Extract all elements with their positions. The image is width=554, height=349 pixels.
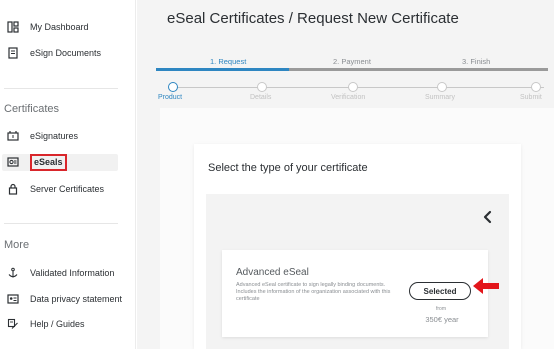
option-price: 350€ year xyxy=(425,315,459,324)
substep-dot-summary xyxy=(437,82,447,92)
sidebar-item-label: My Dashboard xyxy=(30,22,89,32)
sidebar-item-label: Validated Information xyxy=(30,268,115,278)
substep-label-details: Details xyxy=(250,94,272,101)
sidebar-item-eseals[interactable]: eSeals xyxy=(6,153,67,171)
substep-dot-verification xyxy=(348,82,358,92)
progress-bar xyxy=(156,68,548,71)
progress-bar-fill xyxy=(156,68,290,71)
sidebar-item-data-privacy-statement[interactable]: Data privacy statement xyxy=(6,290,122,308)
substep-dot-submit xyxy=(531,82,541,92)
sidebar-item-my-dashboard[interactable]: My Dashboard xyxy=(6,18,89,36)
card-title: Select the type of your certificate xyxy=(208,162,368,174)
divider xyxy=(4,223,118,224)
sidebar-item-esign-documents[interactable]: eSign Documents xyxy=(6,44,101,62)
arrow-left-icon xyxy=(473,278,499,294)
certificate-type-card: Select the type of your certificate Adva… xyxy=(194,144,521,349)
option-title: Advanced eSeal xyxy=(236,267,309,278)
certificate-option-advanced-eseal[interactable]: Advanced eSeal Advanced eSeal certificat… xyxy=(222,250,488,337)
content-panel: Select the type of your certificate Adva… xyxy=(160,108,554,349)
main-content: eSeal Certificates / Request New Certifi… xyxy=(137,0,554,349)
substep-label-verification: Verification xyxy=(331,94,366,101)
substeps-line xyxy=(172,87,544,88)
step-finish: 3. Finish xyxy=(462,57,491,66)
chevron-left-icon[interactable] xyxy=(481,210,495,224)
section-heading-certificates: Certificates xyxy=(4,103,60,115)
substep-dot-details xyxy=(257,82,267,92)
sidebar-item-label: Data privacy statement xyxy=(30,294,123,304)
step-request: 1. Request xyxy=(210,57,247,66)
substep-label-product: Product xyxy=(158,94,183,101)
substep-dot-product xyxy=(168,82,178,92)
dashboard-icon xyxy=(6,20,20,34)
section-heading-more: More xyxy=(4,239,30,251)
privacy-icon xyxy=(6,292,20,306)
sidebar-item-validated-information[interactable]: Validated Information xyxy=(6,264,114,282)
sidebar-item-help-guides[interactable]: Help / Guides xyxy=(6,315,85,333)
selected-button[interactable]: Selected xyxy=(409,282,471,300)
sidebar: My Dashboard eSign Documents Certificate… xyxy=(0,0,136,349)
anchor-icon xyxy=(6,266,20,280)
step-payment: 2. Payment xyxy=(333,57,371,66)
divider xyxy=(4,88,118,89)
substep-label-submit: Submit xyxy=(520,94,542,101)
substep-label-summary: Summary xyxy=(425,94,455,101)
sidebar-item-esignatures[interactable]: eSignatures xyxy=(6,127,78,145)
help-icon xyxy=(6,317,20,331)
sidebar-item-label: eSignatures xyxy=(30,131,79,141)
document-icon xyxy=(6,46,20,60)
sidebar-item-label: eSign Documents xyxy=(30,48,102,58)
page-title: eSeal Certificates / Request New Certifi… xyxy=(167,10,459,27)
option-description: Advanced eSeal certificate to sign legal… xyxy=(236,282,391,302)
certificate-options-area: Advanced eSeal Advanced eSeal certificat… xyxy=(206,194,509,349)
price-from-label: from xyxy=(436,306,446,312)
sidebar-item-label: eSeals xyxy=(30,153,67,171)
sidebar-item-label: Help / Guides xyxy=(30,319,85,329)
signature-icon xyxy=(6,129,20,143)
lock-icon xyxy=(6,182,20,196)
sidebar-item-label: Server Certificates xyxy=(30,184,105,194)
seal-icon xyxy=(6,155,20,169)
sidebar-item-server-certificates[interactable]: Server Certificates xyxy=(6,180,104,198)
